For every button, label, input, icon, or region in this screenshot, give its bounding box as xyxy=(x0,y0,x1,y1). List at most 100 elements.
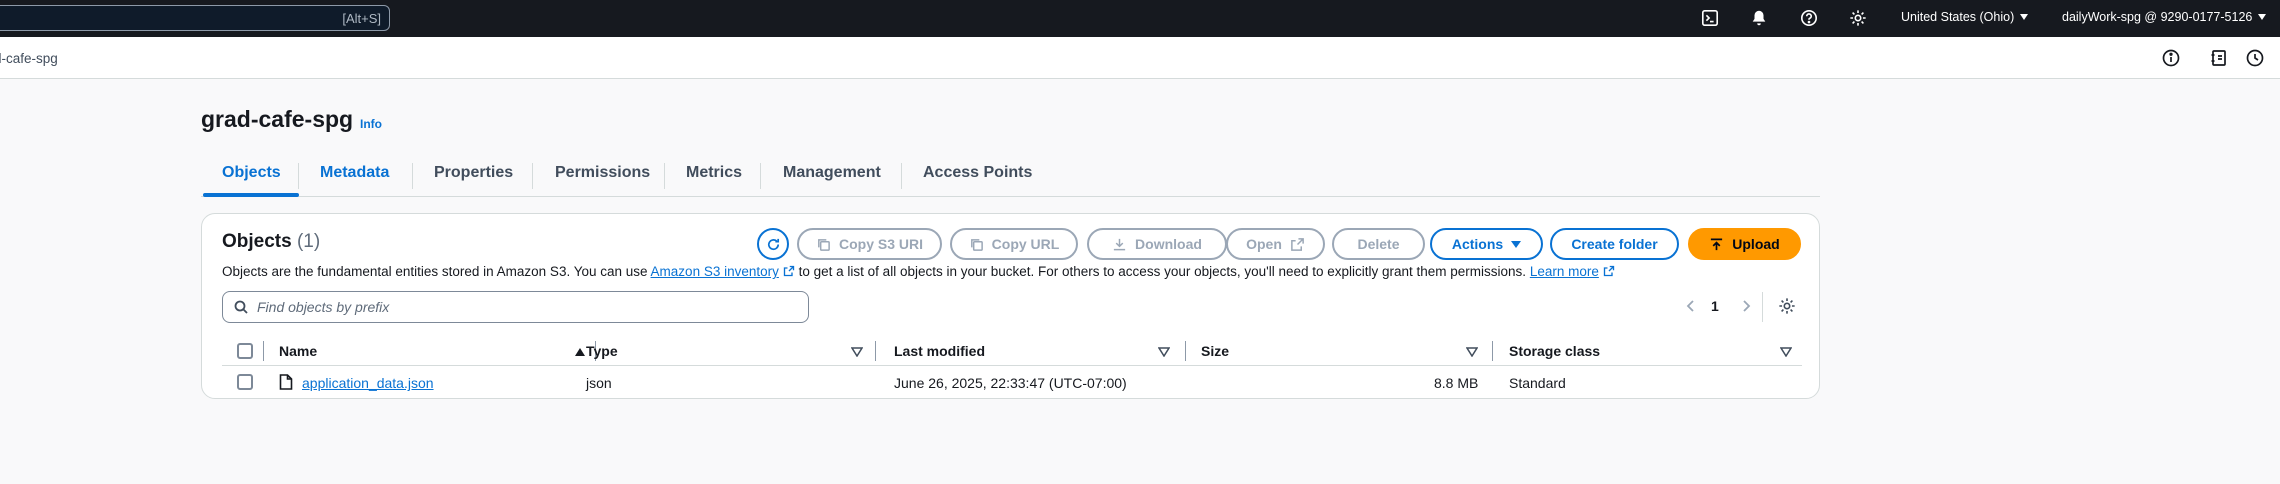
description-text-1: Objects are the fundamental entities sto… xyxy=(222,264,648,279)
sort-icon[interactable] xyxy=(1158,347,1170,357)
tab-metadata[interactable]: Metadata xyxy=(320,164,389,182)
search-icon xyxy=(234,300,248,314)
account-label: dailyWork-spg @ 9290-0177-5126 xyxy=(2062,10,2253,24)
tab-divider xyxy=(901,163,902,189)
objects-count: (1) xyxy=(296,231,321,252)
file-icon xyxy=(279,374,293,390)
top-navigation-bar: [Alt+S] United States (Ohio) dailyWork-s… xyxy=(0,0,2280,37)
tab-metrics[interactable]: Metrics xyxy=(686,164,742,182)
column-header-name[interactable]: Name xyxy=(279,343,317,359)
chevron-left-icon[interactable] xyxy=(1683,298,1699,314)
column-header-type[interactable]: Type xyxy=(586,343,618,359)
objects-heading: Objects (1) xyxy=(222,231,320,253)
external-link-icon xyxy=(1603,265,1615,277)
delete-button[interactable]: Delete xyxy=(1332,228,1425,260)
upload-icon xyxy=(1711,238,1723,250)
tab-properties[interactable]: Properties xyxy=(434,164,513,182)
download-icon xyxy=(1113,238,1126,250)
page-title: grad-cafe-spg xyxy=(201,106,354,132)
table-preferences-icon[interactable] xyxy=(1778,297,1796,315)
column-header-size[interactable]: Size xyxy=(1201,343,1229,359)
cloudshell-icon[interactable] xyxy=(1700,8,1720,28)
object-last-modified: June 26, 2025, 22:33:47 (UTC-07:00) xyxy=(894,375,1127,391)
refresh-button[interactable] xyxy=(757,228,789,260)
current-page[interactable]: 1 xyxy=(1711,298,1719,314)
table-row: application_data.json json June 26, 2025… xyxy=(222,366,1802,398)
external-link-icon xyxy=(783,265,795,277)
s3-inventory-link[interactable]: Amazon S3 inventory xyxy=(651,264,779,279)
actions-dropdown-button[interactable]: Actions xyxy=(1430,228,1543,260)
column-divider xyxy=(875,341,876,361)
create-folder-button[interactable]: Create folder xyxy=(1550,228,1679,260)
object-name-link[interactable]: application_data.json xyxy=(302,375,434,391)
select-all-checkbox[interactable] xyxy=(237,343,253,359)
help-icon[interactable] xyxy=(1799,8,1819,28)
settings-icon[interactable] xyxy=(1848,8,1868,28)
tab-divider xyxy=(532,163,533,189)
search-shortcut-hint: [Alt+S] xyxy=(342,11,381,26)
tab-access-points[interactable]: Access Points xyxy=(923,164,1032,182)
info-link[interactable]: Info xyxy=(360,117,382,131)
tab-objects[interactable]: Objects xyxy=(222,164,281,182)
bucket-tabs: Objects Metadata Properties Permissions … xyxy=(201,159,1820,197)
notebook-icon[interactable] xyxy=(2209,48,2229,68)
region-label: United States (Ohio) xyxy=(1901,10,2015,24)
tab-divider xyxy=(412,163,413,189)
object-name[interactable]: application_data.json xyxy=(302,375,434,391)
download-button[interactable]: Download xyxy=(1087,228,1227,260)
active-tab-indicator xyxy=(203,193,299,197)
copy-icon xyxy=(970,238,983,251)
breadcrumb-bar: d-cafe-spg xyxy=(0,37,2280,79)
description-text-2: to get a list of all objects in your buc… xyxy=(798,264,1527,279)
breadcrumb-current: d-cafe-spg xyxy=(0,51,58,66)
region-selector[interactable]: United States (Ohio) xyxy=(1901,10,2029,24)
prefix-filter[interactable] xyxy=(222,291,809,323)
object-storage-class: Standard xyxy=(1509,375,1566,391)
tab-permissions[interactable]: Permissions xyxy=(555,164,650,182)
object-type: json xyxy=(586,375,612,391)
tab-management[interactable]: Management xyxy=(783,164,881,182)
clock-icon[interactable] xyxy=(2245,48,2265,68)
column-divider xyxy=(1185,341,1186,361)
sort-ascending-icon[interactable] xyxy=(574,347,586,357)
global-search-input[interactable]: [Alt+S] xyxy=(0,5,390,31)
copy-icon xyxy=(818,238,830,251)
upload-button[interactable]: Upload xyxy=(1688,228,1801,260)
create-folder-label: Create folder xyxy=(1571,236,1658,252)
objects-description: Objects are the fundamental entities sto… xyxy=(222,264,1615,279)
tab-divider xyxy=(760,163,761,189)
column-header-storage-class[interactable]: Storage class xyxy=(1509,343,1600,359)
download-label: Download xyxy=(1135,236,1202,252)
copy-s3-uri-label: Copy S3 URI xyxy=(838,236,923,252)
external-link-icon xyxy=(1291,237,1304,251)
delete-label: Delete xyxy=(1357,236,1400,252)
actions-label: Actions xyxy=(1451,236,1504,252)
account-menu[interactable]: dailyWork-spg @ 9290-0177-5126 xyxy=(2062,10,2267,24)
column-divider xyxy=(263,341,264,361)
sort-icon[interactable] xyxy=(851,347,863,357)
upload-label: Upload xyxy=(1732,236,1780,252)
copy-s3-uri-button[interactable]: Copy S3 URI xyxy=(797,228,942,260)
refresh-icon xyxy=(767,238,779,250)
column-header-last-modified[interactable]: Last modified xyxy=(894,343,985,359)
pagination-divider xyxy=(1762,292,1763,322)
copy-url-label: Copy URL xyxy=(991,236,1060,252)
caret-down-icon xyxy=(1511,240,1522,248)
chevron-right-icon[interactable] xyxy=(1738,298,1754,314)
tab-divider xyxy=(298,163,299,189)
open-button[interactable]: Open xyxy=(1226,228,1325,260)
column-divider xyxy=(1492,341,1493,361)
bell-icon[interactable] xyxy=(1749,8,1769,28)
copy-url-button[interactable]: Copy URL xyxy=(950,228,1078,260)
learn-more-link[interactable]: Learn more xyxy=(1530,264,1599,279)
open-label: Open xyxy=(1246,236,1282,252)
chevron-down-icon xyxy=(2020,14,2029,20)
object-size: 8.8 MB xyxy=(1434,375,1479,391)
tab-divider xyxy=(664,163,665,189)
info-circle-icon[interactable] xyxy=(2161,48,2181,68)
sort-icon[interactable] xyxy=(1780,347,1792,357)
objects-panel: Objects (1) Copy S3 URI Copy URL Downloa… xyxy=(201,213,1820,399)
row-select-checkbox[interactable] xyxy=(237,374,253,390)
find-objects-input[interactable] xyxy=(257,297,797,317)
sort-icon[interactable] xyxy=(1466,347,1478,357)
